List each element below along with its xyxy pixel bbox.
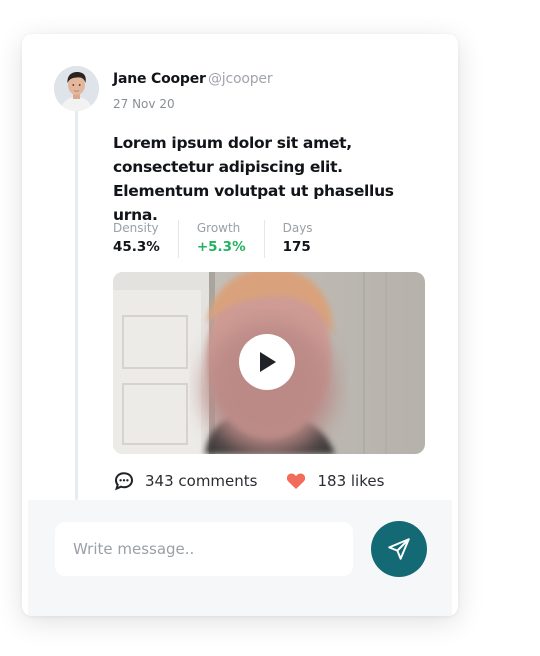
comments-count: 343 comments <box>145 472 258 490</box>
send-icon <box>386 536 412 562</box>
stat-days: Days 175 <box>283 220 331 258</box>
stat-value: +5.3% <box>196 239 246 255</box>
stat-value: 45.3% <box>113 239 160 255</box>
likes-button[interactable]: 183 likes <box>285 470 384 492</box>
play-button[interactable] <box>239 334 295 390</box>
play-icon <box>256 350 278 374</box>
post-text: Lorem ipsum dolor sit amet, consectetur … <box>113 134 394 224</box>
post-card: Jane Cooper @jcooper 27 Nov 20 Lorem ips… <box>22 34 458 616</box>
author-name[interactable]: Jane Cooper <box>113 71 206 87</box>
comment-icon <box>113 470 135 492</box>
stats: Density 45.3% Growth +5.3% Days 175 <box>113 220 349 258</box>
stat-label: Density <box>113 221 159 235</box>
send-button[interactable] <box>371 521 427 577</box>
likes-count: 183 likes <box>317 472 385 490</box>
comments-button[interactable]: 343 comments <box>113 470 257 492</box>
stat-value: 175 <box>282 239 311 255</box>
message-input[interactable] <box>55 522 353 576</box>
stat-growth: Growth +5.3% <box>197 220 265 258</box>
thread-line <box>75 108 78 500</box>
stat-label: Days <box>282 221 313 235</box>
heart-icon <box>285 470 307 492</box>
author-handle[interactable]: @jcooper <box>208 71 273 87</box>
stat-density: Density 45.3% <box>113 220 179 258</box>
video-thumbnail[interactable] <box>113 272 425 454</box>
post-date: 27 Nov 20 <box>113 97 175 111</box>
stat-label: Growth <box>196 221 241 235</box>
avatar[interactable] <box>54 66 99 111</box>
message-composer <box>28 500 452 616</box>
post-actions: 343 comments 183 likes <box>113 470 412 492</box>
